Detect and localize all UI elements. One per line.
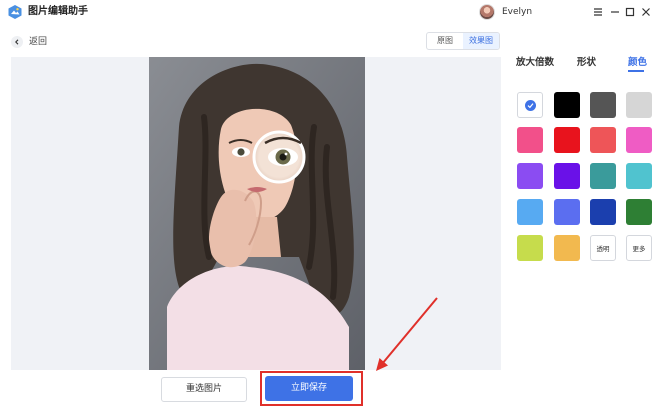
reselect-image-button[interactable]: 重选图片 [161, 377, 247, 402]
tab-original[interactable]: 原图 [427, 33, 463, 49]
more-colors-button[interactable]: 更多 [626, 235, 652, 261]
username[interactable]: Evelyn [502, 7, 532, 18]
color-swatch-amber[interactable] [554, 235, 580, 261]
color-swatch-sky-blue[interactable] [517, 199, 543, 225]
active-tab-indicator [628, 70, 644, 72]
back-button[interactable]: 返回 [11, 36, 47, 48]
color-swatch-turquoise[interactable] [626, 163, 652, 189]
color-swatch-black[interactable] [554, 92, 580, 118]
color-swatch-purple[interactable] [517, 163, 543, 189]
color-swatch-transparent[interactable]: 透明 [590, 235, 616, 261]
color-swatch-red[interactable] [554, 127, 580, 153]
tab-effect[interactable]: 效果图 [463, 33, 499, 49]
transparent-label: 透明 [596, 245, 610, 253]
color-swatch-lime[interactable] [517, 235, 543, 261]
color-swatch-pink[interactable] [517, 127, 543, 153]
color-swatch-white[interactable] [517, 92, 543, 118]
color-swatch-light-gray[interactable] [626, 92, 652, 118]
color-swatch-violet[interactable] [554, 163, 580, 189]
chevron-left-icon [11, 36, 23, 48]
color-swatch-dark-gray[interactable] [590, 92, 616, 118]
check-icon [525, 100, 536, 111]
color-swatch-coral[interactable] [590, 127, 616, 153]
minimize-icon[interactable] [607, 4, 623, 20]
tab-magnification[interactable]: 放大倍数 [516, 57, 554, 69]
app-logo-icon [8, 5, 22, 19]
app-title: 图片编辑助手 [28, 6, 88, 17]
color-swatch-green[interactable] [626, 199, 652, 225]
tab-color[interactable]: 颜色 [628, 57, 647, 69]
color-swatch-periwinkle[interactable] [554, 199, 580, 225]
color-swatch-navy[interactable] [590, 199, 616, 225]
title-bar: 图片编辑助手 Evelyn [0, 0, 660, 26]
close-icon[interactable] [638, 4, 654, 20]
save-now-button[interactable]: 立即保存 [265, 376, 353, 401]
view-toggle: 原图 效果图 [426, 32, 500, 50]
maximize-icon[interactable] [622, 4, 638, 20]
user-avatar[interactable] [479, 4, 495, 20]
back-label: 返回 [29, 36, 48, 47]
preview-image [149, 57, 365, 370]
tab-shape[interactable]: 形状 [577, 57, 596, 69]
menu-icon[interactable] [590, 4, 606, 20]
color-swatch-teal[interactable] [590, 163, 616, 189]
color-swatch-magenta[interactable] [626, 127, 652, 153]
more-label: 更多 [632, 245, 646, 253]
